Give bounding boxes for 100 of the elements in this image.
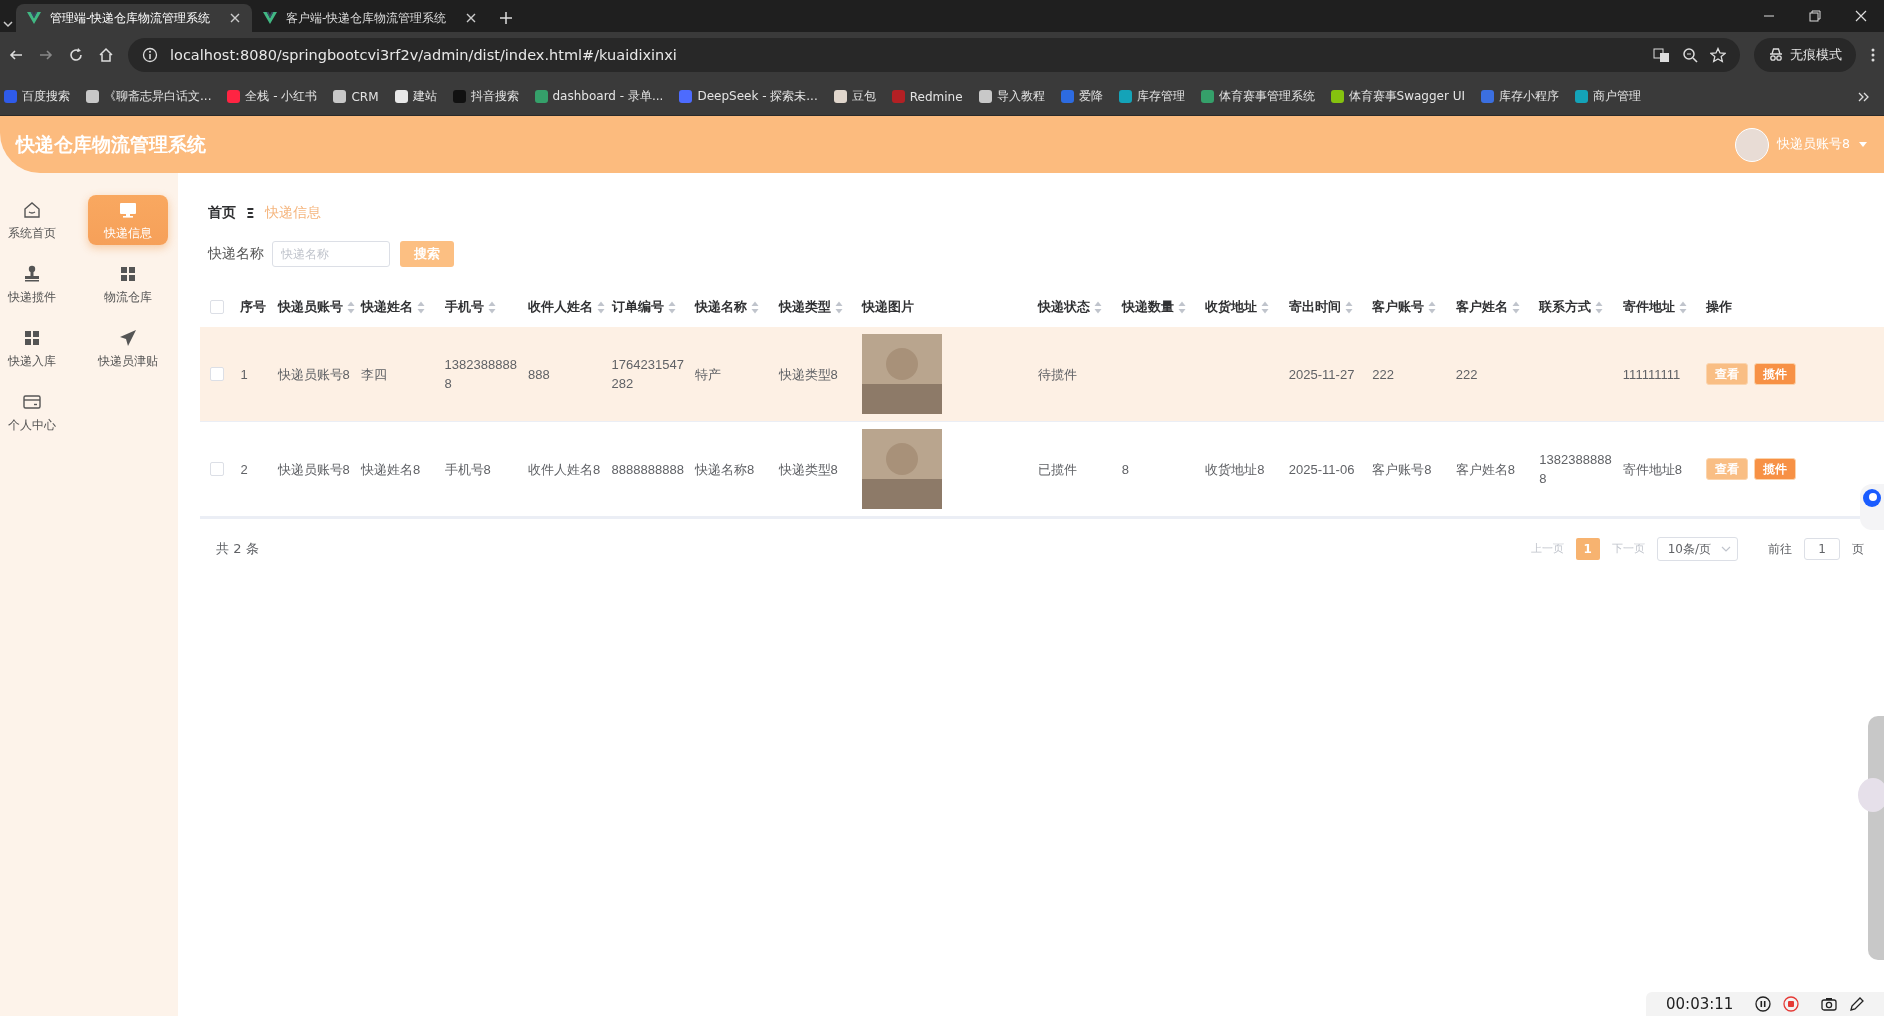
sort-icon[interactable] [597,300,606,314]
close-icon[interactable] [464,11,478,25]
sort-icon[interactable] [1428,300,1437,314]
column-header[interactable]: 快递类型 [778,298,843,316]
table-cell: 客户账号8 [1372,461,1432,477]
column-header[interactable]: 联系方式 [1539,298,1604,316]
table-cell: 13823888888 [1539,452,1612,486]
sidebar-item[interactable]: 个人中心 [0,387,64,437]
bookmark[interactable]: Redmine [891,89,963,104]
vue-logo-icon [262,10,278,26]
reload-icon[interactable] [68,47,84,63]
bookmark[interactable]: 豆包 [833,88,876,105]
floating-assistant-button[interactable] [1860,484,1884,530]
bookmark[interactable]: 全栈 - 小红书 [227,88,318,105]
row-checkbox[interactable] [210,462,224,476]
sort-icon[interactable] [1344,300,1353,314]
column-header[interactable]: 订单编号 [611,298,676,316]
sort-icon[interactable] [1595,300,1604,314]
sort-icon[interactable] [417,300,426,314]
goto-suffix: 页 [1852,540,1864,558]
sort-icon[interactable] [1094,300,1103,314]
page-size-select[interactable]: 10条/页 [1656,537,1738,561]
sort-icon[interactable] [1177,300,1186,314]
bookmark[interactable]: 库存管理 [1118,88,1185,105]
table-cell: 8888888888 [611,461,684,477]
sort-icon[interactable] [1511,300,1520,314]
table-cell: 已揽件 [1038,461,1078,477]
sort-icon[interactable] [1678,300,1687,314]
pause-icon[interactable] [1755,996,1772,1012]
new-tab-icon[interactable] [498,10,514,26]
bookmark[interactable]: 建站 [394,88,437,105]
sort-icon[interactable] [834,300,843,314]
info-icon[interactable] [142,47,158,63]
incognito-icon [1768,47,1784,63]
table-cell: 快递类型8 [778,366,838,382]
column-header: 操作 [1706,298,1733,316]
sort-icon[interactable] [346,300,355,314]
home-icon[interactable] [98,47,114,63]
bookmark[interactable]: dashboard - 录单... [534,88,664,105]
bookmark[interactable]: 库存小程序 [1481,88,1560,105]
sort-icon[interactable] [1261,300,1270,314]
column-header[interactable]: 快递数量 [1121,298,1186,316]
sidebar-item[interactable]: 快递入库 [0,323,64,373]
sidebar-item[interactable]: 系统首页 [0,195,64,245]
sort-icon[interactable] [751,300,760,314]
bookmark[interactable]: 体育赛事Swagger UI [1330,88,1466,105]
column-header[interactable]: 快递员账号 [277,298,355,316]
bookmark[interactable]: 体育赛事管理系统 [1200,88,1315,105]
bookmark[interactable]: 抖音搜索 [452,88,519,105]
menu-icon[interactable] [1870,47,1876,63]
table-cell: 手机号8 [444,461,491,477]
column-header[interactable]: 客户账号 [1372,298,1437,316]
sidebar-item[interactable]: 快递员津贴 [88,323,168,373]
paper-plane-icon [118,327,138,348]
bookmark[interactable]: 导入教程 [978,88,1045,105]
column-header[interactable]: 客户姓名 [1455,298,1520,316]
zoom-icon[interactable] [1682,47,1698,63]
close-icon[interactable] [228,11,242,25]
table-cell: 特产 [695,366,722,382]
goto-page-field[interactable]: 1 [1804,538,1840,560]
row-checkbox[interactable] [210,367,224,381]
sidebar-item[interactable]: 物流仓库 [88,259,168,309]
table-cell: 寄件地址8 [1622,461,1683,477]
bookmark[interactable]: 《聊斋志异白话文... [86,88,212,105]
column-header[interactable]: 快递姓名 [361,298,426,316]
column-header[interactable]: 收货地址 [1205,298,1270,316]
total-count: 共 2 条 [216,540,259,558]
pencil-icon[interactable] [1849,996,1866,1012]
chat-bubble-icon [1862,488,1882,508]
table-cell: 2025-11-06 [1288,461,1355,477]
restore-icon[interactable] [1809,10,1821,22]
table-cell: 快递姓名8 [361,461,421,477]
breadcrumb-home-link[interactable]: 首页 [208,204,236,222]
bookmark[interactable]: DeepSeek - 探索未... [679,88,818,105]
sort-icon[interactable] [667,300,676,314]
camera-icon[interactable] [1821,996,1838,1012]
column-header[interactable]: 快递状态 [1038,298,1103,316]
search-field[interactable]: 快递名称 [272,241,390,267]
bookmark[interactable]: 爱降 [1060,88,1103,105]
browser-tab[interactable]: 客户端-快递仓库物流管理系统 [252,4,488,32]
column-header: 快递图片 [862,298,915,316]
bookmark[interactable]: CRM [333,89,379,104]
incognito-button[interactable]: 无痕模式 [1754,38,1856,72]
column-header[interactable]: 收件人姓名 [528,298,606,316]
bookmark[interactable]: 百度搜索 [4,88,70,105]
bookmark[interactable]: 商户管理 [1575,88,1642,105]
sort-icon[interactable] [487,300,496,314]
translate-icon[interactable] [1653,46,1670,64]
select-all-checkbox[interactable] [210,300,224,314]
sidebar-item[interactable]: 快递揽件 [0,259,64,309]
table-cell: 客户姓名8 [1455,461,1516,477]
column-header[interactable]: 快递名称 [695,298,760,316]
star-icon[interactable] [1710,47,1726,63]
stop-icon[interactable] [1783,996,1800,1012]
column-header[interactable]: 手机号 [444,298,496,316]
close-icon[interactable] [1855,10,1867,22]
address-bar[interactable]: localhost:8080/springbootcvi3rf2v/admin/dist/index.html#/kuaidixinxi [128,38,1740,72]
column-header[interactable]: 寄出时间 [1288,298,1353,316]
browser-tab[interactable]: 管理端-快递仓库物流管理系统 [16,4,252,32]
column-header[interactable]: 寄件地址 [1622,298,1687,316]
